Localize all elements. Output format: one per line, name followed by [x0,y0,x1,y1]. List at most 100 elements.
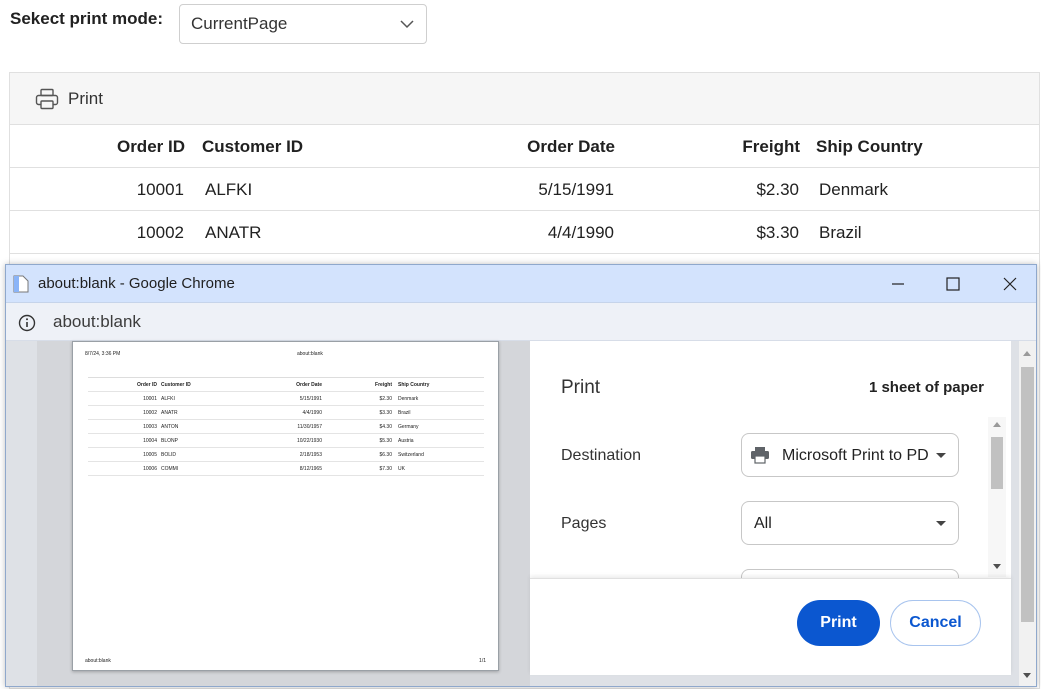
address-bar[interactable]: about:blank [6,303,1036,341]
preview-footer-url: about:blank [85,658,111,664]
cell-customer-id: ANATR [205,223,262,242]
header-order-id[interactable]: Order ID [117,125,185,168]
preview-page: 8/7/24, 3:36 PM about:blank Order ID Cus… [72,341,499,671]
cell-order-date: 4/4/1990 [547,223,614,242]
page-icon [13,275,29,293]
preview-cell: 10006 [143,466,157,472]
info-icon[interactable] [18,314,36,332]
preview-cell: 2/18/1953 [299,452,322,458]
preview-cell: ANTON [161,424,179,430]
window-titlebar[interactable]: about:blank - Google Chrome [6,265,1036,303]
preview-cell: ANATR [161,410,178,416]
print-dialog-footer: Print Cancel [530,578,1011,675]
cell-order-id: 10002 [136,223,184,242]
preview-table: Order ID Customer ID Order Date Freight … [88,377,484,476]
minimize-icon[interactable] [887,273,909,295]
print-button[interactable]: Print [797,600,880,646]
cell-freight: $3.30 [756,223,799,242]
header-customer-id[interactable]: Customer ID [202,125,303,168]
preview-cell: 10001 [143,396,157,402]
cancel-button[interactable]: Cancel [890,600,981,646]
print-preview-pane: 8/7/24, 3:36 PM about:blank Order ID Cus… [37,341,530,686]
preview-cell: 4/4/1990 [302,410,322,416]
destination-value: Microsoft Print to PD [782,447,929,464]
cell-customer-id: ALFKI [205,180,253,199]
print-content-area: 8/7/24, 3:36 PM about:blank Order ID Cus… [6,341,1036,686]
preview-cell: Austria [398,438,414,444]
preview-row: 10002 ANATR 4/4/1990 $3.30 Brazil [88,406,484,420]
preview-row: 10004 BLONP 10/22/1930 $5.30 Austria [88,434,484,448]
pages-select[interactable]: All [741,501,959,545]
preview-cell: 10002 [143,410,157,416]
preview-cell: 10003 [143,424,157,430]
scrollbar-thumb[interactable] [1021,367,1034,622]
print-mode-row: Sekect print mode: CurrentPage [10,4,427,44]
scrollbar-thumb[interactable] [991,437,1003,489]
preview-header-row: Order ID Customer ID Order Date Freight … [88,378,484,392]
caret-down-icon [936,453,946,458]
toolbar-print-button[interactable]: Print [68,89,103,109]
preview-cell: Denmark [398,396,419,402]
scroll-up-icon[interactable] [1023,351,1031,356]
preview-cell: Switzerland [398,452,424,458]
caret-down-icon [936,521,946,526]
scroll-down-icon[interactable] [993,564,1001,569]
preview-col-order-date: Order Date [296,382,322,388]
header-ship-country[interactable]: Ship Country [816,125,923,168]
grid-toolbar: Print [10,73,1039,125]
preview-cell: 5/15/1991 [299,396,322,402]
destination-label: Destination [561,447,642,464]
printer-icon[interactable] [35,88,59,110]
close-icon[interactable] [999,273,1021,295]
preview-row: 10005 BOLID 2/18/1953 $6.30 Switzerland [88,448,484,462]
cell-order-id: 10001 [136,180,184,199]
header-order-date[interactable]: Order Date [527,125,615,168]
table-row[interactable]: 10002 ANATR 4/4/1990 $3.30 Brazil [10,211,1039,254]
print-mode-value: CurrentPage [191,14,288,33]
preview-header-title: about:blank [297,351,323,357]
table-row[interactable]: 10001 ALFKI 5/15/1991 $2.30 Denmark [10,168,1039,211]
grid-header-row: Order ID Customer ID Order Date Freight … [10,125,1039,168]
preview-cell: $6.30 [379,452,392,458]
preview-footer-page: 1/1 [479,658,486,664]
print-mode-dropdown[interactable]: CurrentPage [179,4,427,44]
preview-cell: 10/22/1930 [296,438,322,444]
pages-label: Pages [561,515,607,532]
preview-col-order-id: Order ID [136,382,157,388]
maximize-icon[interactable] [942,273,964,295]
preview-cell: Brazil [398,410,411,416]
cell-ship-country: Brazil [819,223,862,242]
preview-cell: $3.30 [379,410,392,416]
scroll-down-icon[interactable] [1023,673,1031,678]
preview-cell: $7.30 [379,466,392,472]
scroll-up-icon[interactable] [993,422,1001,427]
preview-row: 10003 ANTON 11/30/1957 $4.30 Germany [88,420,484,434]
print-settings-panel: Print 1 sheet of paper Destination Micro… [530,341,1011,675]
header-freight[interactable]: Freight [742,125,800,168]
preview-cell: ALFKI [161,396,175,402]
preview-header-date: 8/7/24, 3:36 PM [85,351,121,357]
chevron-down-icon [400,20,414,29]
preview-cell: 10004 [143,438,157,444]
settings-scrollbar[interactable] [988,417,1006,577]
print-dialog-title: Print [561,377,601,398]
window-title: about:blank - Google Chrome [38,275,235,292]
pages-value: All [754,515,772,532]
preview-cell: $4.30 [379,424,392,430]
url-text[interactable]: about:blank [53,312,141,332]
preview-cell: BLONP [161,438,178,444]
destination-select[interactable]: Microsoft Print to PD [741,433,959,477]
preview-row: 10001 ALFKI 5/15/1991 $2.30 Denmark [88,392,484,406]
sheet-count: 1 sheet of paper [868,379,984,396]
chrome-print-window: about:blank - Google Chrome about:blank … [5,264,1037,687]
print-mode-label: Sekect print mode: [10,9,164,28]
preview-cell: COMMI [161,466,179,472]
preview-cell: $2.30 [379,396,392,402]
cell-ship-country: Denmark [819,180,888,199]
cell-order-date: 5/15/1991 [538,180,614,199]
cell-freight: $2.30 [756,180,799,199]
preview-cell: UK [398,466,405,472]
window-scrollbar[interactable] [1019,341,1036,686]
preview-cell: 8/12/1965 [299,466,322,472]
preview-row: 10006 COMMI 8/12/1965 $7.30 UK [88,462,484,476]
